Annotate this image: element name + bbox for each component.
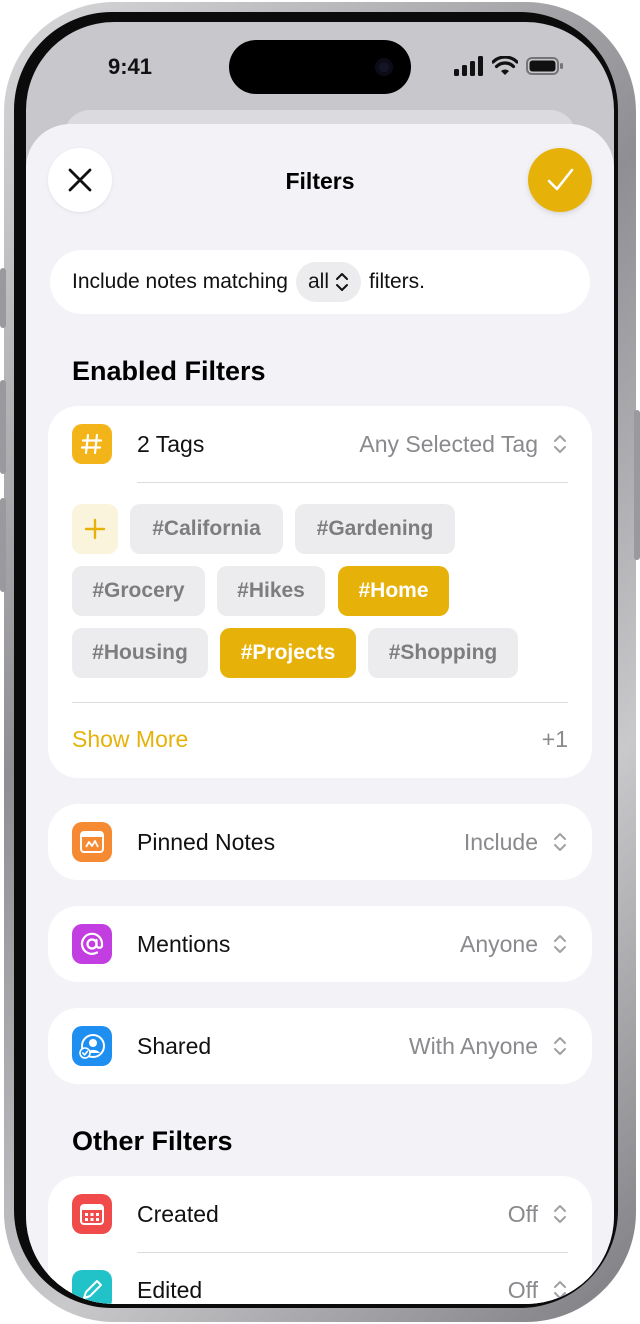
created-row[interactable]: Created Off (48, 1176, 592, 1252)
calendar-icon (72, 1194, 112, 1234)
row-divider (72, 702, 568, 703)
at-sign-icon (72, 924, 112, 964)
shared-card: Shared With Anyone (48, 1008, 592, 1084)
tags-filter-value: Any Selected Tag (359, 430, 538, 457)
show-more-link[interactable]: Show More (72, 726, 188, 753)
dynamic-island (229, 40, 411, 94)
tags-filter-card: 2 Tags Any Selected Tag #California #Gar… (48, 406, 592, 778)
tags-filter-row[interactable]: 2 Tags Any Selected Tag (48, 406, 592, 482)
status-time: 9:41 (108, 54, 153, 79)
chevron-up-down-icon (554, 1205, 566, 1223)
mentions-row[interactable]: Mentions Anyone (48, 906, 592, 982)
camera-icon (375, 58, 393, 76)
chevron-up-down-icon (554, 1281, 566, 1299)
chevron-up-down-icon (335, 273, 348, 291)
edited-row[interactable]: Edited Off (48, 1252, 592, 1304)
add-tag-button[interactable] (72, 504, 118, 554)
other-filters-heading: Other Filters (72, 1126, 233, 1156)
other-filters-card: Created Off Edited Off (48, 1176, 592, 1304)
screen: 9:41 Filters Include notes matching all … (26, 22, 614, 1304)
enabled-filters-heading: Enabled Filters (72, 356, 266, 386)
shared-value: With Anyone (408, 1032, 538, 1059)
row-divider (137, 482, 568, 483)
mentions-card: Mentions Anyone (48, 906, 592, 982)
shared-label: Shared (137, 1032, 212, 1059)
cellular-signal-icon (454, 56, 483, 76)
pinned-note-icon (72, 822, 112, 862)
tag-chip-selected[interactable]: #Home (338, 566, 449, 616)
edited-label: Edited (137, 1276, 203, 1303)
side-button-volume-up (0, 380, 6, 474)
tag-chip[interactable]: #Housing (72, 628, 208, 678)
match-suffix: filters. (368, 270, 425, 293)
chevron-up-down-icon (554, 1037, 566, 1055)
match-mode-selector[interactable]: all (295, 262, 361, 302)
shared-row[interactable]: Shared With Anyone (48, 1008, 592, 1084)
created-value: Off (507, 1200, 538, 1227)
edited-value: Off (507, 1276, 538, 1303)
pinned-notes-value: Include (463, 828, 538, 855)
tag-chip[interactable]: #Gardening (295, 504, 455, 554)
tags-filter-label: 2 Tags (137, 430, 205, 457)
done-button[interactable] (528, 148, 592, 212)
tag-chip-selected[interactable]: #Projects (220, 628, 356, 678)
wifi-icon (492, 56, 518, 75)
mentions-label: Mentions (137, 930, 231, 957)
chevron-up-down-icon (554, 833, 566, 851)
pinned-notes-card: Pinned Notes Include (48, 804, 592, 880)
shared-person-icon (72, 1026, 112, 1066)
match-mode-row: Include notes matching all filters. (50, 250, 590, 314)
chevron-up-down-icon (554, 935, 566, 953)
chevron-up-down-icon (554, 435, 566, 453)
checkmark-icon (547, 168, 574, 191)
side-button-volume-down (0, 498, 6, 592)
battery-icon (526, 57, 563, 75)
match-mode-value: all (307, 270, 329, 293)
pinned-notes-row[interactable]: Pinned Notes Include (48, 804, 592, 880)
created-label: Created (137, 1200, 219, 1227)
tag-chip[interactable]: #Shopping (368, 628, 518, 678)
tag-chip[interactable]: #Hikes (217, 566, 325, 616)
mentions-value: Anyone (459, 930, 538, 957)
more-count: +1 (541, 726, 568, 752)
hashtag-icon (72, 424, 112, 464)
filters-sheet: Filters Include notes matching all filte… (26, 124, 614, 1304)
side-button-action (0, 268, 6, 328)
plus-icon (84, 518, 106, 540)
sheet-title: Filters (285, 168, 355, 194)
status-icons (454, 56, 564, 76)
tag-chip[interactable]: #Grocery (72, 566, 205, 616)
side-button-power (634, 410, 640, 560)
match-prefix: Include notes matching (72, 270, 288, 293)
tag-chip[interactable]: #California (130, 504, 283, 554)
pencil-icon (72, 1270, 112, 1304)
pinned-notes-label: Pinned Notes (137, 828, 276, 855)
